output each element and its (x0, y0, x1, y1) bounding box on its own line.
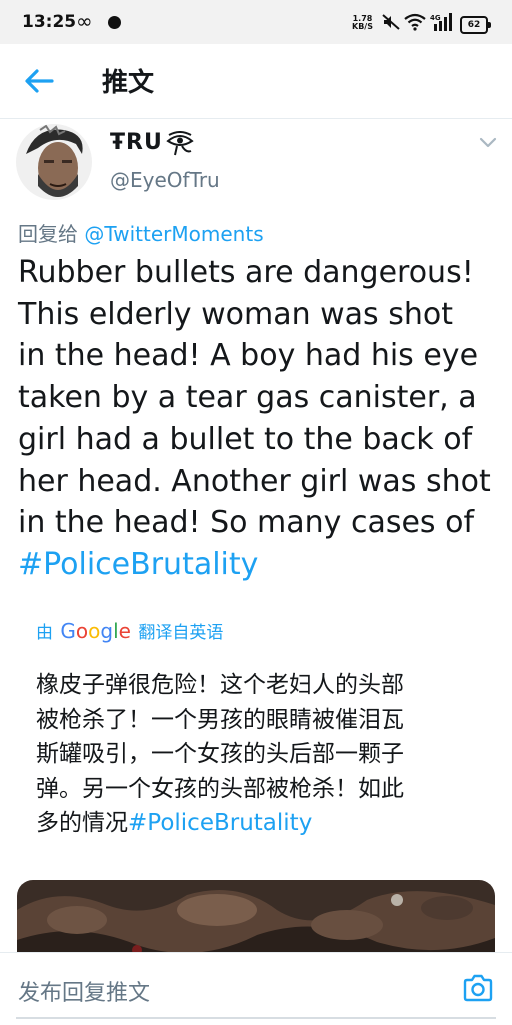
translated-text-line: 弹。另一个女孩的头部被枪杀！如此 (36, 775, 404, 802)
status-bar: 13:25 ∞ 1.78 KB/S 4G 62 (0, 0, 512, 44)
reply-mention-link[interactable]: @TwitterMoments (84, 222, 263, 246)
google-letter: o (88, 619, 101, 643)
avatar[interactable] (16, 124, 92, 200)
tweet-text-line: in the head! So many cases of (18, 505, 475, 541)
translated-text-tail: 多的情况 (36, 810, 128, 836)
tweet-text-line: her head. Another girl was shot (18, 463, 491, 499)
reply-prefix: 回复给 (18, 222, 78, 246)
network-speed-unit: KB/S (352, 22, 373, 31)
google-letter: e (118, 619, 131, 643)
translated-text-line: 斯罐吸引，一个女孩的头后部一颗子 (36, 741, 404, 767)
back-arrow-icon[interactable] (22, 66, 56, 96)
author-display-name[interactable]: ŦRU (110, 130, 163, 155)
tweet-text: Rubber bullets are dangerous! This elder… (18, 252, 498, 586)
notification-dot-icon (108, 16, 121, 29)
tweet-text-line: taken by a tear gas canister, a (18, 380, 477, 416)
compose-reply-bar: 发布回复推文 (0, 952, 512, 1025)
loop-icon: ∞ (76, 9, 93, 33)
tweet-text-line: Rubber bullets are dangerous! (18, 255, 474, 290)
google-logo: Google (60, 619, 131, 643)
tweet-text-line: in the head! A boy had his eye (18, 338, 479, 374)
wifi-icon (404, 13, 426, 31)
translation-attribution[interactable]: 由 Google 翻译自英语 (36, 618, 223, 643)
google-letter: g (100, 619, 114, 643)
google-letter: o (75, 619, 89, 643)
reply-input[interactable]: 发布回复推文 (18, 975, 150, 1007)
chevron-down-icon[interactable] (478, 136, 498, 150)
camera-icon[interactable] (462, 973, 494, 1003)
signal-icon: 4G (430, 13, 452, 31)
translated-text-line: 被枪杀了！一个男孩的眼睛被催泪瓦 (36, 706, 404, 733)
translated-text-line: 多的情况#PoliceBrutality (36, 806, 496, 841)
reply-to-line: 回复给 @TwitterMoments (18, 218, 264, 247)
mute-icon (382, 14, 400, 30)
tweet-text-line: girl had a bullet to the back of (18, 421, 473, 457)
translated-text-line: 橡皮子弹很危险！这个老妇人的头部 (36, 672, 404, 698)
hashtag-link[interactable]: #PoliceBrutality (18, 544, 498, 586)
google-letter: G (60, 619, 76, 643)
reply-input-underline (16, 1017, 496, 1019)
eye-of-horus-icon (166, 131, 194, 156)
page-title: 推文 (102, 68, 155, 98)
signal-label: 4G (430, 14, 441, 22)
translation-suffix: 翻译自英语 (138, 623, 224, 643)
author-handle[interactable]: @EyeOfTru (110, 168, 220, 192)
battery-icon: 62 (460, 16, 491, 34)
network-speed: 1.78 KB/S (352, 15, 373, 31)
translated-text: 橡皮子弹很危险！这个老妇人的头部 被枪杀了！一个男孩的眼睛被催泪瓦 斯罐吸引，一… (36, 668, 496, 841)
tweet-text-line: This elderly woman was shot (18, 296, 453, 332)
translation-prefix: 由 (36, 623, 53, 643)
status-time: 13:25 (22, 12, 77, 32)
top-app-bar: 推文 (0, 44, 512, 119)
translated-hashtag-link[interactable]: #PoliceBrutality (128, 810, 312, 836)
